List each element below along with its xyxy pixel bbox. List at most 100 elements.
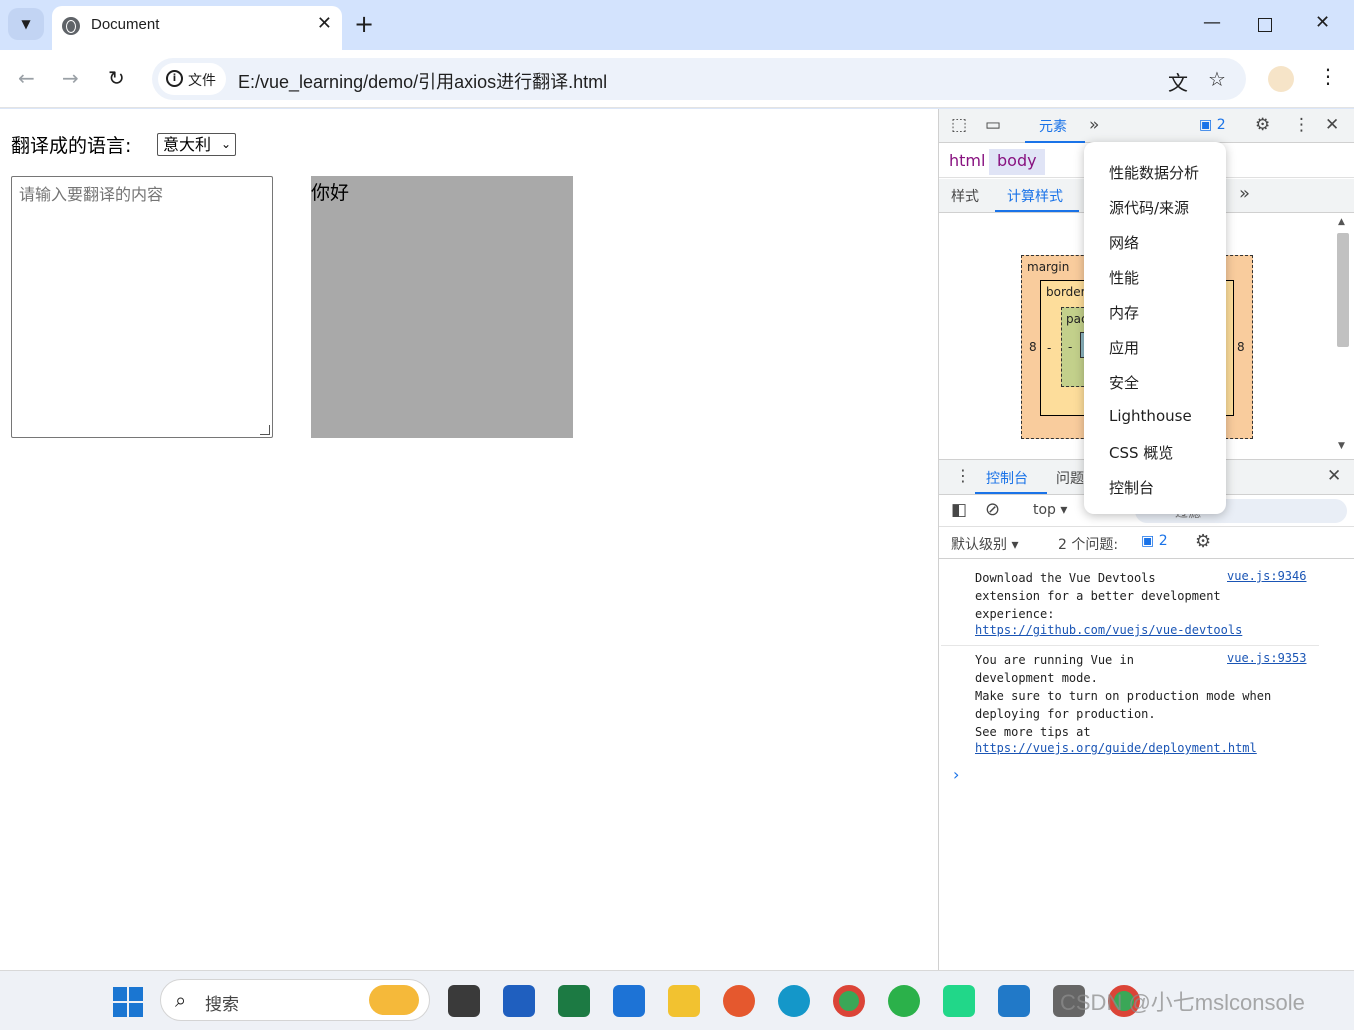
tab-computed[interactable]: 计算样式 [1007,186,1063,206]
maximize-icon[interactable] [1258,18,1272,32]
bookmark-star-icon[interactable]: ☆ [1208,67,1226,91]
translate-icon[interactable]: 文 [1168,67,1188,96]
margin-right-value: 8 [1237,340,1245,354]
menu-item-css-overview[interactable]: CSS 概览 [1109,442,1173,463]
menu-item-performance[interactable]: 性能 [1109,267,1139,288]
device-toolbar-icon[interactable]: ▭ [985,115,1001,135]
drawer-menu-icon[interactable]: ⋮ [955,466,971,485]
breadcrumb-body[interactable]: body [989,149,1045,175]
address-bar[interactable]: i 文件 E:/vue_learning/demo/引用axios进行翻译.ht… [152,58,1246,100]
sidebar-toggle-icon[interactable]: ◧ [951,500,967,520]
console-message-link[interactable]: https://vuejs.org/guide/deployment.html [975,741,1257,755]
context-selector[interactable]: top ▾ [1033,502,1067,518]
input-placeholder: 请输入要翻译的内容 [19,185,164,204]
devtools-menu-icon[interactable]: ⋮ [1293,115,1310,135]
taskbar-search-label: 搜索 [205,995,239,1015]
tab-title: Document [91,16,160,33]
browser-toolbar: ← → ↻ i 文件 E:/vue_learning/demo/引用axios进… [0,50,1354,108]
info-icon: i [166,70,183,87]
back-icon[interactable]: ← [18,66,35,90]
close-window-icon[interactable]: ✕ [1315,12,1330,33]
menu-item-console[interactable]: 控制台 [1109,477,1154,498]
translate-input[interactable]: 请输入要翻译的内容 [11,176,273,438]
menu-item-memory[interactable]: 内存 [1109,302,1139,323]
close-devtools-icon[interactable]: ✕ [1325,115,1339,135]
tab-console[interactable]: 控制台 [986,468,1028,488]
issues-count-label: 2 个问题: [1058,537,1119,553]
tab-search-button[interactable]: ▼ [8,8,44,40]
tab-styles[interactable]: 样式 [951,186,979,206]
url-text[interactable]: E:/vue_learning/demo/引用axios进行翻译.html [238,68,607,94]
more-tabs-icon[interactable]: » [1089,115,1099,135]
inspect-element-icon[interactable]: ⬚ [951,115,967,135]
menu-item-network[interactable]: 网络 [1109,232,1139,253]
tab-issues[interactable]: 问题 [1056,468,1084,488]
reload-icon[interactable]: ↻ [108,66,125,90]
title-bar: ▼ Document ✕ + — ✕ [0,0,1354,50]
vscode-icon[interactable] [998,985,1030,1017]
clear-console-icon[interactable]: ⊘ [985,499,1000,520]
console-settings-icon[interactable]: ⚙ [1195,531,1211,552]
minimize-icon[interactable]: — [1203,12,1221,33]
wechat-icon[interactable] [888,985,920,1017]
pycharm-icon[interactable] [943,985,975,1017]
console-source-link[interactable]: vue.js:9346 [1227,569,1306,583]
margin-left-value: 8 [1029,340,1037,354]
language-label: 翻译成的语言: [11,135,132,157]
edge-icon[interactable] [778,985,810,1017]
console-message-link[interactable]: https://github.com/vuejs/vue-devtools [975,623,1242,637]
new-tab-button[interactable]: + [354,10,374,38]
menu-item-lighthouse[interactable]: Lighthouse [1109,407,1192,425]
menu-item-security[interactable]: 安全 [1109,372,1139,393]
settings-icon[interactable]: ⚙ [1255,115,1270,135]
padding-left-value: - [1068,340,1073,354]
scrollbar-thumb[interactable] [1337,233,1349,347]
windows-start-icon[interactable] [113,987,143,1017]
issues-badge[interactable]: ▣ 2 [1199,117,1226,133]
tab-close-icon[interactable]: ✕ [317,13,332,34]
tab-elements-label: 元素 [1039,119,1067,135]
chevron-down-icon: ▼ [21,17,31,31]
more-subtabs-icon[interactable]: » [1239,183,1250,204]
file-explorer-icon[interactable] [668,985,700,1017]
chrome-icon[interactable] [833,985,865,1017]
margin-label: margin [1027,260,1070,274]
console-toolbar-row2: 默认级别 ▾ 2 个问题: ▣ 2 ⚙ [939,527,1354,559]
menu-item-performance-insights[interactable]: 性能数据分析 [1109,162,1199,183]
scroll-up-icon[interactable]: ▲ [1338,217,1345,227]
task-view-icon[interactable] [448,985,480,1017]
close-drawer-icon[interactable]: ✕ [1327,466,1341,486]
log-level-select[interactable]: 默认级别 ▾ [951,534,1018,554]
translation-output: 你好 [311,176,573,438]
menu-item-application[interactable]: 应用 [1109,337,1139,358]
issues-badge-count: 2 [1216,117,1226,133]
issues-count-badge[interactable]: ▣ 2 [1141,533,1168,549]
menu-item-sources[interactable]: 源代码/来源 [1109,197,1189,218]
browser-menu-icon[interactable]: ⋮ [1318,64,1338,88]
devtools-main-toolbar: ⬚ ▭ 元素 » ▣ 2 ⚙ ⋮ ✕ [939,109,1354,143]
language-select[interactable]: 意大利 ⌄ [157,133,236,156]
profile-avatar[interactable] [1268,66,1294,92]
scroll-down-icon[interactable]: ▼ [1338,441,1345,451]
console-source-link[interactable]: vue.js:9353 [1227,651,1306,665]
forward-icon[interactable]: → [62,66,79,90]
firefox-icon[interactable] [723,985,755,1017]
console-prompt[interactable]: › [953,765,959,784]
browser-tab[interactable]: Document ✕ [52,6,342,50]
mail-icon[interactable] [613,985,645,1017]
resize-grip-icon[interactable] [260,425,270,435]
excel-icon[interactable] [558,985,590,1017]
issues-count-value: 2 [1158,533,1168,549]
breadcrumb-html[interactable]: html [941,149,993,175]
log-level-value: 默认级别 [951,537,1007,553]
border-left-value: - [1047,341,1052,355]
site-info-chip[interactable]: i 文件 [158,63,226,95]
more-tabs-menu: 性能数据分析 源代码/来源 网络 性能 内存 应用 安全 Lighthouse … [1084,142,1226,514]
tab-elements[interactable]: 元素 [1025,109,1085,143]
word-icon[interactable] [503,985,535,1017]
console-separator [941,645,1319,646]
security-chip-label: 文件 [188,73,216,89]
taskbar-search[interactable]: ⌕ 搜索 [160,979,430,1021]
border-label: border [1046,285,1086,299]
console-message-text: Download the Vue Devtools extension for … [975,571,1221,621]
